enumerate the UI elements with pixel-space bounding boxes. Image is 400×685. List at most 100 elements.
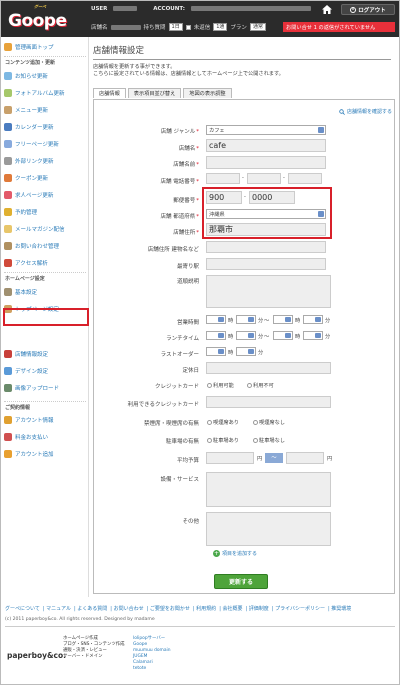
form-fields: 店舗 ジャンル* カフェ 店舗名* cafe 店舗名前* 店舗 電話番号* - …: [1, 1, 399, 601]
chevron-down-icon: [248, 333, 254, 338]
required-mark: *: [196, 162, 199, 168]
label-holiday: 定休日: [182, 368, 199, 374]
holiday-input[interactable]: [206, 362, 331, 374]
lunch-open-hour[interactable]: [206, 331, 226, 340]
chevron-down-icon: [285, 317, 291, 322]
phone-dash: -: [242, 175, 244, 181]
chevron-down-icon: [285, 333, 291, 338]
chevron-down-icon: [248, 317, 254, 322]
label-hours: 営業時間: [176, 320, 199, 326]
chevron-down-icon: [218, 349, 224, 354]
footer-services: lolipopサーバー Goope muumuu domain JUGEM Ca…: [133, 636, 171, 672]
radio-smoking-yes[interactable]: 喫煙席あり: [207, 419, 239, 426]
unit-hour: 時: [228, 350, 234, 356]
range-sep: 〜: [264, 334, 270, 340]
radio-button[interactable]: [253, 438, 258, 443]
radio-label: 喫煙席なし: [259, 420, 285, 426]
building-input[interactable]: [206, 241, 326, 253]
footer-link[interactable]: ご要望をお聞かせ: [150, 606, 190, 612]
radio-label: 利用不可: [253, 383, 274, 389]
label-budget: 平均予算: [176, 458, 199, 464]
label-genre: 店舗 ジャンル*: [161, 127, 199, 135]
add-item-label: 項目を追加する: [222, 551, 258, 557]
budget-max-input[interactable]: [286, 452, 324, 464]
facilities-textarea[interactable]: [206, 472, 331, 507]
label-directions: 道順説明: [176, 279, 199, 285]
lunch-close-hour[interactable]: [273, 331, 293, 340]
footer-links: グーペについて | マニュアル | よくある質問 | お問い合わせ | ご要望をお聞かせ…: [5, 606, 352, 612]
label-last-order: ラストオーダー: [160, 352, 199, 358]
radio-button[interactable]: [207, 438, 212, 443]
label-facilities: 設備・サービス: [160, 477, 199, 483]
phone-input-2[interactable]: [247, 173, 281, 184]
radio-label: 駐車場あり: [213, 438, 239, 444]
label-store-name: 店舗名*: [179, 144, 199, 152]
unit-hour: 時: [228, 318, 234, 324]
radio-label: 駐車場なし: [259, 438, 285, 444]
app-frame: グーペ Goope USER ACCOUNT: ログアウト 店舗名 持ち質問 1…: [0, 0, 400, 685]
genre-select[interactable]: カフェ: [206, 125, 326, 135]
hours-open-hour[interactable]: [206, 315, 226, 324]
add-item-button[interactable]: + 項目を追加する: [213, 550, 257, 557]
plus-icon: +: [213, 550, 220, 557]
radio-label: 喫煙席あり: [213, 420, 239, 426]
footer-link[interactable]: グーペについて: [5, 606, 40, 612]
unit-hour: 時: [295, 318, 301, 324]
genre-value: カフェ: [209, 127, 225, 134]
credit-usable-input[interactable]: [206, 396, 331, 408]
budget-min-input[interactable]: [206, 452, 254, 464]
required-mark: *: [196, 179, 199, 185]
paperboy-logo[interactable]: paperboy&co.: [7, 651, 66, 660]
last-order-hour[interactable]: [206, 347, 226, 356]
update-button[interactable]: 更新する: [214, 574, 268, 589]
radio-button[interactable]: [253, 420, 258, 425]
footer-link[interactable]: 推奨環境: [331, 606, 351, 612]
range-sep: 〜: [265, 453, 283, 463]
footer-link[interactable]: 会社概要: [222, 606, 242, 612]
lunch-open-min[interactable]: [236, 331, 256, 340]
store-name-input[interactable]: cafe: [206, 139, 326, 152]
footer-link[interactable]: お問い合わせ: [114, 606, 144, 612]
other-textarea[interactable]: [206, 512, 331, 546]
unit-min: 分: [325, 334, 331, 340]
chevron-down-icon: [315, 317, 321, 322]
radio-credit-no[interactable]: 利用不可: [247, 382, 274, 389]
footer-link[interactable]: 利用規約: [196, 606, 216, 612]
label-prefecture: 店舗 都道府県*: [161, 212, 200, 220]
label-address: 店舗住所*: [173, 228, 199, 236]
footer-link[interactable]: 評価制度: [249, 606, 269, 612]
hours-close-min[interactable]: [303, 315, 323, 324]
unit-min: 分: [325, 318, 331, 324]
required-mark: *: [196, 230, 199, 236]
footer-link[interactable]: プライバシーポリシー: [275, 606, 325, 612]
footer-link[interactable]: よくある質問: [77, 606, 107, 612]
footer-link[interactable]: マニュアル: [46, 606, 71, 612]
radio-credit-yes[interactable]: 利用可能: [207, 382, 234, 389]
label-other: その他: [182, 519, 199, 525]
radio-button[interactable]: [207, 420, 212, 425]
label-text: 店舗住所: [173, 230, 196, 236]
label-credit: クレジットカード: [154, 384, 199, 390]
copyright: (c) 2011 paperboy&co. All rights reserve…: [5, 617, 155, 622]
radio-button[interactable]: [207, 383, 212, 388]
unit-hour: 時: [295, 334, 301, 340]
radio-label: 利用可能: [213, 383, 234, 389]
chevron-down-icon: [315, 333, 321, 338]
radio-parking-no[interactable]: 駐車場なし: [253, 437, 285, 444]
station-input[interactable]: [206, 258, 326, 270]
radio-smoking-no[interactable]: 喫煙席なし: [253, 419, 285, 426]
radio-button[interactable]: [247, 383, 252, 388]
unit-min: 分: [258, 318, 264, 324]
directions-textarea[interactable]: [206, 275, 331, 308]
phone-input-1[interactable]: [206, 173, 240, 184]
hours-open-min[interactable]: [236, 315, 256, 324]
hours-close-hour[interactable]: [273, 315, 293, 324]
label-text: 店舗 ジャンル: [160, 129, 196, 135]
phone-input-3[interactable]: [288, 173, 322, 184]
store-name-kana-input[interactable]: [206, 156, 326, 169]
footer-service-categories: ホームページ作成 ブログ・SNS・コンテンツ作成 通販・決済・レビュー サーバー…: [63, 636, 125, 660]
radio-parking-yes[interactable]: 駐車場あり: [207, 437, 239, 444]
lunch-close-min[interactable]: [303, 331, 323, 340]
footer-service-link[interactable]: tetote: [133, 666, 171, 672]
last-order-min[interactable]: [236, 347, 256, 356]
